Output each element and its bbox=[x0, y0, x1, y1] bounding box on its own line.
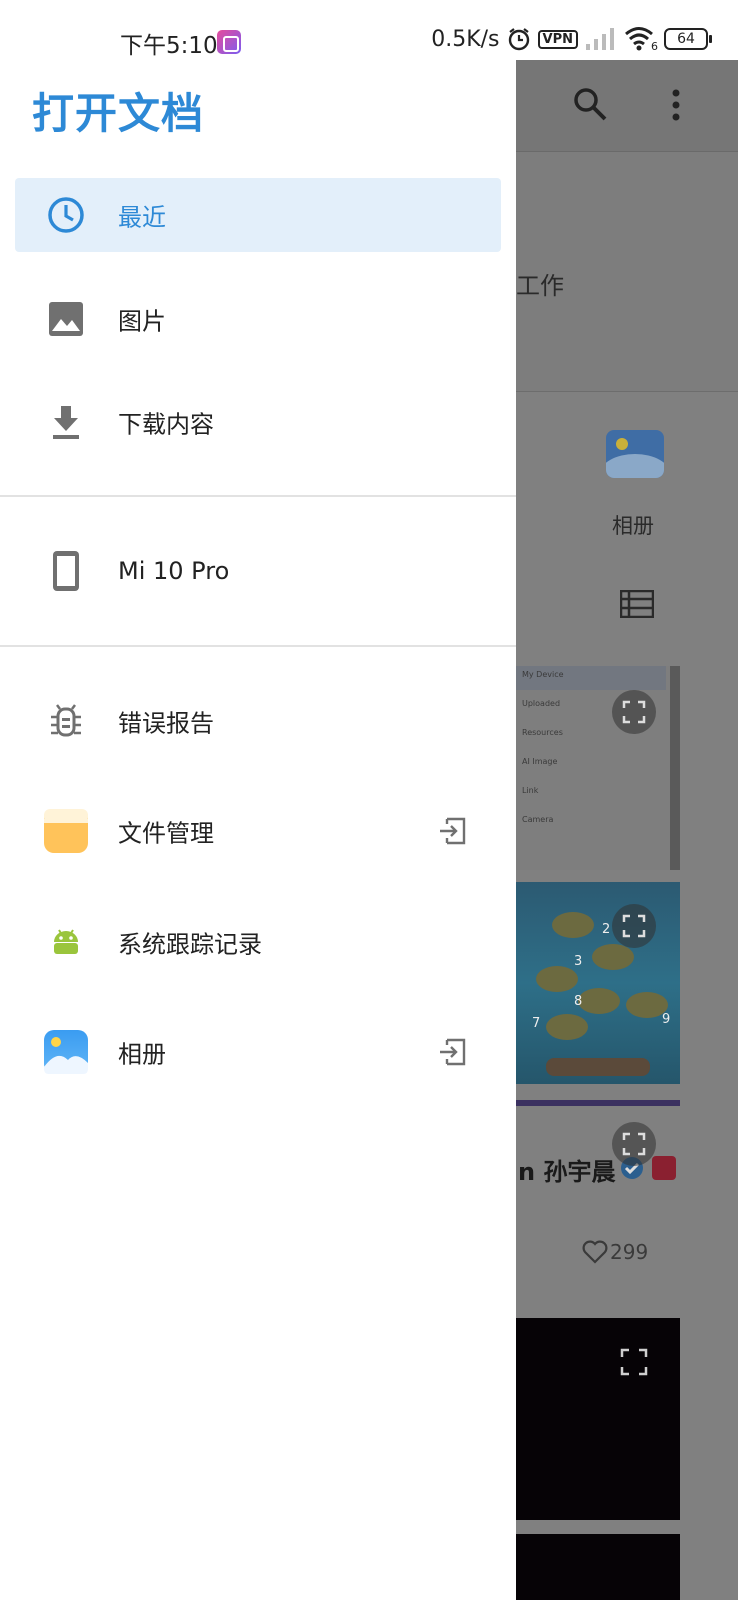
island bbox=[592, 944, 634, 970]
download-icon bbox=[45, 401, 87, 443]
badge-icon bbox=[652, 1156, 676, 1180]
nav-item-label: 最近 bbox=[118, 203, 166, 232]
wifi-indicator: 6 bbox=[624, 25, 658, 53]
island-number: 2 bbox=[602, 922, 611, 937]
expand-icon bbox=[622, 1132, 646, 1156]
gallery-icon bbox=[606, 430, 664, 478]
island-number: 9 bbox=[662, 1012, 671, 1027]
image-icon bbox=[45, 298, 87, 340]
thumbnail-1[interactable]: My Device Uploaded Resources AI Image Li… bbox=[516, 666, 680, 870]
gallery-icon bbox=[43, 1029, 89, 1075]
nav-item-device[interactable]: Mi 10 Pro bbox=[15, 534, 501, 608]
bg-section-label: 工作 bbox=[516, 272, 564, 300]
vpn-badge: VPN bbox=[537, 29, 578, 49]
status-indicators: 0.5K/s VPN 6 64 bbox=[431, 24, 712, 54]
nav-item-downloads[interactable]: 下载内容 bbox=[15, 385, 501, 459]
alarm-icon bbox=[508, 28, 529, 51]
bg-album-label: 相册 bbox=[612, 514, 654, 538]
thumb-scrollbar bbox=[670, 666, 680, 870]
thumb-menu-line: Link bbox=[522, 786, 539, 795]
open-external-icon[interactable] bbox=[437, 1037, 467, 1067]
thumbnail-5[interactable] bbox=[516, 1534, 680, 1600]
search-icon[interactable] bbox=[572, 86, 608, 122]
bug-icon bbox=[45, 700, 87, 742]
background-app: 工作 相册 My Device Uploaded Resources AI Im… bbox=[516, 60, 738, 1600]
status-bar: 下午5:10 0.5K/s VPN 6 64 bbox=[0, 0, 738, 60]
expand-button[interactable] bbox=[612, 690, 656, 734]
thumb-menu-line: AI Image bbox=[522, 757, 558, 766]
nav-item-label: 系统跟踪记录 bbox=[118, 930, 262, 959]
expand-icon bbox=[622, 914, 646, 938]
like-count: 299 bbox=[610, 1240, 649, 1264]
thumbnail-3[interactable]: n 孙宇晨 299 bbox=[516, 1100, 680, 1302]
battery-level: 64 bbox=[664, 28, 712, 50]
android-icon bbox=[45, 921, 87, 963]
island-number: 8 bbox=[574, 994, 583, 1009]
island-number: 7 bbox=[532, 1016, 541, 1031]
island bbox=[578, 988, 620, 1014]
thumb-menu-line: Resources bbox=[522, 728, 563, 737]
post-author: n 孙宇晨 bbox=[518, 1158, 616, 1186]
expand-icon bbox=[622, 700, 646, 724]
island-number: 3 bbox=[574, 954, 583, 969]
nav-item-label: Mi 10 Pro bbox=[118, 557, 230, 585]
wifi-icon bbox=[625, 27, 653, 51]
nav-item-gallery[interactable]: 相册 bbox=[15, 1015, 501, 1089]
thumb-menu-line: Camera bbox=[522, 815, 554, 824]
expand-icon[interactable] bbox=[620, 1348, 648, 1376]
island bbox=[536, 966, 578, 992]
island bbox=[552, 912, 594, 938]
expand-button[interactable] bbox=[612, 1122, 656, 1166]
divider bbox=[0, 645, 516, 647]
nav-item-label: 图片 bbox=[118, 307, 166, 336]
game-banner bbox=[546, 1058, 650, 1076]
nav-item-bug-report[interactable]: 错误报告 bbox=[15, 684, 501, 758]
notification-app-icon bbox=[217, 30, 241, 54]
nav-item-label: 文件管理 bbox=[118, 819, 214, 848]
signal-icon bbox=[586, 28, 614, 50]
navigation-drawer: 打开文档 最近 图片 下载内容 Mi 10 Pro 错误报告 文件管理 系统跟踪… bbox=[0, 60, 516, 1600]
island bbox=[546, 1014, 588, 1040]
nav-item-recent[interactable]: 最近 bbox=[15, 178, 501, 252]
nav-item-system-trace[interactable]: 系统跟踪记录 bbox=[15, 905, 501, 979]
thumb-menu-line: Uploaded bbox=[522, 699, 561, 708]
status-time: 下午5:10 bbox=[120, 33, 218, 59]
nav-item-label: 相册 bbox=[118, 1040, 166, 1069]
open-external-icon[interactable] bbox=[437, 816, 467, 846]
nav-item-images[interactable]: 图片 bbox=[15, 282, 501, 356]
thumb-header-bar bbox=[516, 1100, 680, 1106]
bg-toolbar bbox=[516, 60, 738, 152]
heart-icon bbox=[582, 1240, 608, 1264]
list-view-icon[interactable] bbox=[620, 590, 654, 618]
nav-item-file-manager[interactable]: 文件管理 bbox=[15, 794, 501, 868]
nav-item-label: 下载内容 bbox=[118, 410, 214, 439]
thumbnail-4[interactable] bbox=[516, 1318, 680, 1520]
drawer-title: 打开文档 bbox=[32, 89, 205, 138]
clock-icon bbox=[45, 194, 87, 236]
phone-icon bbox=[45, 550, 87, 592]
nav-item-label: 错误报告 bbox=[118, 709, 214, 738]
wifi-standard: 6 bbox=[651, 40, 658, 53]
expand-button[interactable] bbox=[612, 904, 656, 948]
more-vert-icon[interactable] bbox=[670, 88, 682, 124]
network-speed: 0.5K/s bbox=[431, 26, 500, 52]
file-manager-icon bbox=[43, 808, 89, 854]
thumbnail-2[interactable]: 2 3 8 7 9 bbox=[516, 882, 680, 1084]
thumb-menu-line: My Device bbox=[522, 670, 564, 679]
divider bbox=[0, 495, 516, 497]
